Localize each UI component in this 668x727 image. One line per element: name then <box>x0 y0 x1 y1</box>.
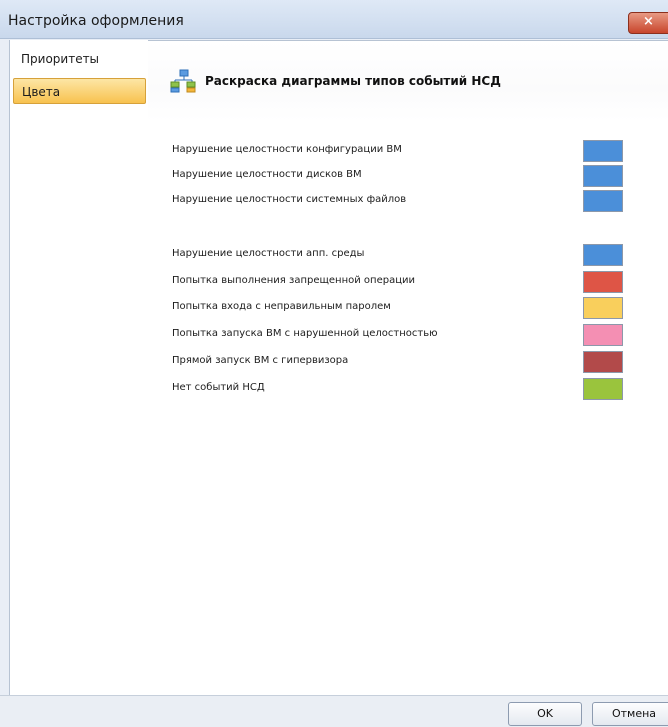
color-row-label: Прямой запуск ВМ с гипервизора <box>172 355 349 366</box>
cancel-button[interactable]: Отмена <box>592 702 668 726</box>
title-bar: Настройка оформления × <box>0 0 668 39</box>
color-row-label: Попытка выполнения запрещенной операции <box>172 275 416 286</box>
color-swatch[interactable] <box>583 297 623 319</box>
color-swatch[interactable] <box>583 140 623 162</box>
color-row-label: Нарушение целостности системных файлов <box>172 194 407 205</box>
window-title: Настройка оформления <box>8 13 184 29</box>
color-row: Прямой запуск ВМ с гипервизора <box>172 351 652 373</box>
color-swatch[interactable] <box>583 324 623 346</box>
color-row-label: Нарушение целостности дисков ВМ <box>172 169 362 180</box>
color-row-label: Нет событий НСД <box>172 382 265 393</box>
settings-window: Настройка оформления × Приоритеты Цвета … <box>0 0 668 727</box>
ok-button-label: OK <box>537 707 553 720</box>
color-row: Попытка входа с неправильным паролем <box>172 297 652 319</box>
dialog-footer: OK Отмена <box>0 695 668 727</box>
sidebar: Приоритеты Цвета <box>9 40 149 696</box>
ok-button[interactable]: OK <box>508 702 582 726</box>
section-title: Раскраска диаграммы типов событий НСД <box>205 74 501 88</box>
color-swatch[interactable] <box>583 165 623 187</box>
color-row: Попытка запуска ВМ с нарушенной целостно… <box>172 324 652 346</box>
color-swatch[interactable] <box>583 244 623 266</box>
color-row-label: Попытка входа с неправильным паролем <box>172 301 391 312</box>
color-row-label: Нарушение целостности апп. среды <box>172 248 365 259</box>
color-row-label: Нарушение целостности конфигурации ВМ <box>172 144 402 155</box>
color-swatch[interactable] <box>583 351 623 373</box>
sidebar-item-colors[interactable]: Цвета <box>13 78 146 104</box>
content-panel: Раскраска диаграммы типов событий НСД На… <box>148 40 668 696</box>
close-button[interactable]: × <box>628 12 668 34</box>
color-swatch[interactable] <box>583 378 623 400</box>
close-icon: × <box>643 14 654 29</box>
color-row: Нет событий НСД <box>172 378 652 400</box>
color-row: Нарушение целостности апп. среды <box>172 244 652 266</box>
color-swatch[interactable] <box>583 271 623 293</box>
sidebar-item-priorities[interactable]: Приоритеты <box>13 46 144 70</box>
sidebar-item-label: Приоритеты <box>21 52 100 66</box>
color-row: Нарушение целостности системных файлов <box>172 190 652 212</box>
color-row: Нарушение целостности конфигурации ВМ <box>172 140 652 162</box>
sidebar-item-label: Цвета <box>22 85 61 99</box>
cancel-button-label: Отмена <box>611 707 657 720</box>
network-diagram-icon <box>170 69 196 93</box>
color-row: Попытка выполнения запрещенной операции <box>172 271 652 293</box>
color-swatch[interactable] <box>583 190 623 212</box>
color-row-label: Попытка запуска ВМ с нарушенной целостно… <box>172 328 438 339</box>
color-row: Нарушение целостности дисков ВМ <box>172 165 652 187</box>
section-header: Раскраска диаграммы типов событий НСД <box>148 41 668 121</box>
